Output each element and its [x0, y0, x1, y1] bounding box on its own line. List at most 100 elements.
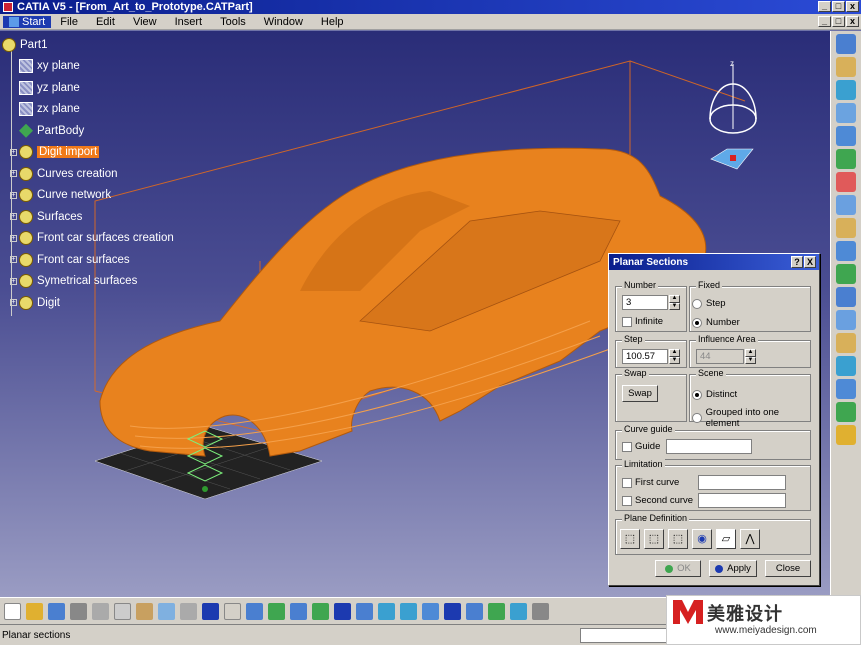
tools-icon[interactable]: [836, 425, 856, 445]
circle-icon[interactable]: [836, 172, 856, 192]
menu-tools[interactable]: Tools: [211, 16, 255, 28]
formula-icon[interactable]: [224, 602, 241, 620]
paste-icon[interactable]: [136, 602, 153, 620]
join-icon[interactable]: [836, 333, 856, 353]
minimize-button[interactable]: _: [818, 1, 831, 12]
tree-item[interactable]: + Digit: [2, 292, 174, 314]
maximize-button[interactable]: □: [832, 1, 845, 12]
tree-expander-icon[interactable]: +: [10, 234, 17, 242]
tree-expander-icon[interactable]: +: [10, 191, 17, 199]
tree-root[interactable]: Part1: [2, 34, 174, 56]
new-icon[interactable]: [4, 602, 21, 620]
compass[interactable]: z: [705, 59, 765, 174]
zoom-in-icon[interactable]: [378, 602, 395, 620]
plane-y-icon[interactable]: ⬚: [644, 529, 664, 549]
tree-item[interactable]: PartBody: [2, 120, 174, 142]
curve-icon[interactable]: [836, 149, 856, 169]
tree-item[interactable]: + Front car surfaces: [2, 249, 174, 271]
analysis-icon[interactable]: [836, 310, 856, 330]
menu-help[interactable]: Help: [312, 16, 353, 28]
sketcher-icon[interactable]: [836, 57, 856, 77]
plane-x-icon[interactable]: ⬚: [620, 529, 640, 549]
menu-edit[interactable]: Edit: [87, 16, 124, 28]
tree-expander-icon[interactable]: +: [10, 213, 17, 221]
tree-item[interactable]: yz plane: [2, 77, 174, 99]
blend-icon[interactable]: [836, 264, 856, 284]
infinite-checkbox[interactable]: Infinite: [622, 316, 663, 327]
doc-close-button[interactable]: x: [846, 16, 859, 27]
tree-item[interactable]: zx plane: [2, 99, 174, 121]
scene-distinct-radio[interactable]: Distinct: [692, 389, 737, 400]
dialog-close-x-button[interactable]: X: [804, 256, 816, 268]
axis-icon[interactable]: [268, 602, 285, 620]
menu-start[interactable]: Start: [3, 15, 52, 28]
plane-z-icon[interactable]: ⬚: [668, 529, 688, 549]
apply-button[interactable]: Apply: [709, 560, 757, 577]
spline-icon[interactable]: [836, 195, 856, 215]
rotate-icon[interactable]: [356, 602, 373, 620]
tree-expander-icon[interactable]: +: [10, 256, 17, 264]
hide-show-icon[interactable]: [510, 602, 527, 620]
extrapolate-icon[interactable]: [836, 402, 856, 422]
tree-item[interactable]: + Surfaces: [2, 206, 174, 228]
menu-view[interactable]: View: [124, 16, 166, 28]
tree-item[interactable]: + Front car surfaces creation: [2, 228, 174, 250]
normal-view-icon[interactable]: [422, 602, 439, 620]
open-icon[interactable]: [26, 602, 43, 620]
copy-icon[interactable]: [114, 602, 131, 620]
tree-expander-icon[interactable]: +: [10, 277, 17, 285]
translate-icon[interactable]: [836, 379, 856, 399]
save-icon[interactable]: [48, 602, 65, 620]
swap-visible-icon[interactable]: [532, 602, 549, 620]
close-button[interactable]: x: [846, 1, 859, 12]
views-icon[interactable]: [466, 602, 483, 620]
point-icon[interactable]: [836, 80, 856, 100]
tree-item[interactable]: xy plane: [2, 56, 174, 78]
tree-item[interactable]: + Curve network: [2, 185, 174, 207]
tree-item[interactable]: + Symetrical surfaces: [2, 271, 174, 293]
doc-minimize-button[interactable]: _: [818, 16, 831, 27]
whats-this-icon[interactable]: [202, 602, 219, 620]
second-curve-checkbox[interactable]: Second curve: [622, 495, 693, 506]
first-curve-checkbox[interactable]: First curve: [622, 477, 679, 488]
plane-surface-icon[interactable]: ▱: [716, 529, 736, 549]
fixed-number-radio[interactable]: Number: [692, 317, 740, 328]
fill-icon[interactable]: [836, 241, 856, 261]
sweep-icon[interactable]: [836, 218, 856, 238]
plane-icon[interactable]: [836, 126, 856, 146]
tree-expander-icon[interactable]: +: [10, 170, 17, 178]
step-input[interactable]: 100.57: [622, 349, 668, 364]
tree-expander-icon[interactable]: +: [10, 299, 17, 307]
guide-checkbox[interactable]: Guide: [622, 441, 660, 452]
number-spinner[interactable]: ▲ ▼: [669, 295, 680, 310]
tree-expander-icon[interactable]: +: [10, 148, 17, 156]
table-icon[interactable]: [246, 602, 263, 620]
swap-button[interactable]: Swap: [622, 385, 658, 402]
fixed-step-radio[interactable]: Step: [692, 298, 726, 309]
redo-icon[interactable]: [180, 602, 197, 620]
print-icon[interactable]: [70, 602, 87, 620]
scene-grouped-radio[interactable]: Grouped into one element: [692, 407, 810, 429]
menu-window[interactable]: Window: [255, 16, 312, 28]
select-icon[interactable]: [836, 34, 856, 54]
guide-input[interactable]: [666, 439, 752, 454]
menu-insert[interactable]: Insert: [166, 16, 212, 28]
split-icon[interactable]: [836, 356, 856, 376]
first-curve-input[interactable]: [698, 475, 786, 490]
second-curve-input[interactable]: [698, 493, 786, 508]
pan-icon[interactable]: [334, 602, 351, 620]
multi-view-icon[interactable]: [444, 602, 461, 620]
tree-item[interactable]: + Digit import: [2, 142, 174, 164]
menu-file[interactable]: File: [51, 16, 87, 28]
plane-curve-icon[interactable]: ⋀: [740, 529, 760, 549]
line-icon[interactable]: [836, 103, 856, 123]
tree-item[interactable]: + Curves creation: [2, 163, 174, 185]
undo-icon[interactable]: [158, 602, 175, 620]
dialog-help-button[interactable]: ?: [791, 256, 803, 268]
zoom-out-icon[interactable]: [400, 602, 417, 620]
number-input[interactable]: 3: [622, 295, 668, 310]
surface-icon[interactable]: [836, 287, 856, 307]
render-style-icon[interactable]: [488, 602, 505, 620]
cut-icon[interactable]: [92, 602, 109, 620]
ok-button[interactable]: OK: [655, 560, 701, 577]
